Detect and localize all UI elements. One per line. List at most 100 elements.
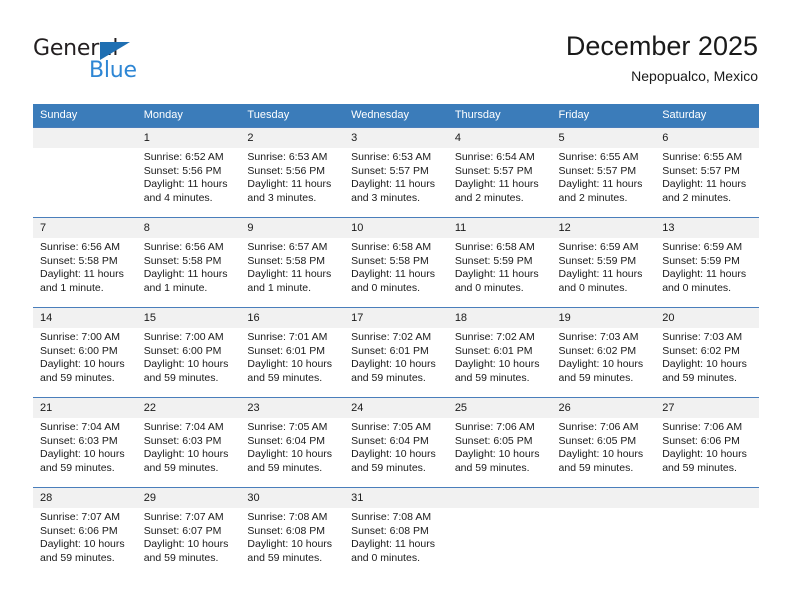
daylight-text-line1: Daylight: 10 hours xyxy=(40,448,125,461)
daylight-text-line2: and 0 minutes. xyxy=(454,281,524,294)
calendar-day-cell[interactable]: 6 Sunrise: 6:55 AM Sunset: 5:57 PM Daylight… xyxy=(655,127,759,217)
daylight-text-line1: Daylight: 11 hours xyxy=(351,538,435,551)
daylight-text-line1: Daylight: 11 hours xyxy=(351,268,435,281)
daylight-text-line1: Daylight: 10 hours xyxy=(247,538,333,551)
calendar-day-cell[interactable]: 7 Sunrise: 6:56 AM Sunset: 5:58 PM Daylight… xyxy=(33,217,137,307)
calendar-day-cell[interactable]: 24 Sunrise: 7:05 AM Sunset: 6:04 PM Dayligh… xyxy=(344,397,448,487)
weekday-header-wednesday: Wednesday xyxy=(344,104,448,127)
page-title: December 2025 xyxy=(565,31,758,61)
sunrise-text: Sunrise: 6:53 AM xyxy=(247,151,328,163)
calendar-day-cell[interactable]: 5 Sunrise: 6:55 AM Sunset: 5:57 PM Daylight… xyxy=(551,127,656,217)
calendar-day-cell[interactable]: 26 Sunrise: 7:06 AM Sunset: 6:05 PM Dayligh… xyxy=(551,397,656,487)
sunrise-text: Sunrise: 6:58 AM xyxy=(454,241,535,253)
sunset-text: Sunset: 6:02 PM xyxy=(558,344,637,357)
daylight-text-line1: Daylight: 11 hours xyxy=(454,178,539,191)
day-cell-inner: 9 Sunrise: 6:57 AM Sunset: 5:58 PM Daylight… xyxy=(240,217,345,307)
calendar-day-cell[interactable]: 4 Sunrise: 6:54 AM Sunset: 5:57 PM Daylight… xyxy=(447,127,552,217)
calendar-day-cell[interactable]: 9 Sunrise: 6:57 AM Sunset: 5:58 PM Daylight… xyxy=(240,217,345,307)
logo-general-blue[interactable]: General Blue xyxy=(33,38,173,84)
day-sun-info: Sunrise: 7:08 AM Sunset: 6:08 PM Daylight:… xyxy=(240,508,344,565)
daylight-text-line1: Daylight: 10 hours xyxy=(247,358,333,371)
day-sun-info: Sunrise: 6:56 AM Sunset: 5:58 PM Daylight:… xyxy=(137,238,241,295)
day-sun-info: Sunrise: 6:53 AM Sunset: 5:57 PM Daylight:… xyxy=(344,148,448,205)
day-number: 22 xyxy=(136,398,241,418)
sunrise-text: Sunrise: 7:02 AM xyxy=(454,331,535,343)
day-sun-info: Sunrise: 6:59 AM Sunset: 5:59 PM Daylight:… xyxy=(552,238,656,295)
day-number: 6 xyxy=(655,128,759,148)
sunrise-text: Sunrise: 7:05 AM xyxy=(351,421,432,433)
day-sun-info: Sunrise: 7:04 AM Sunset: 6:03 PM Daylight:… xyxy=(33,418,137,475)
calendar-day-cell xyxy=(447,487,552,577)
daylight-text-line2: and 59 minutes. xyxy=(454,461,530,474)
calendar-day-cell[interactable]: 11 Sunrise: 6:58 AM Sunset: 5:59 PM Dayligh… xyxy=(447,217,552,307)
daylight-text-line1: Daylight: 11 hours xyxy=(662,268,747,281)
sunrise-text: Sunrise: 7:08 AM xyxy=(351,511,432,523)
day-cell-inner xyxy=(655,487,759,577)
calendar-day-cell[interactable]: 10 Sunrise: 6:58 AM Sunset: 5:58 PM Dayligh… xyxy=(344,217,448,307)
calendar-table: Sunday Monday Tuesday Wednesday Thursday… xyxy=(33,104,759,577)
calendar-day-cell[interactable]: 31 Sunrise: 7:08 AM Sunset: 6:08 PM Dayligh… xyxy=(344,487,448,577)
calendar-week-row: 28 Sunrise: 7:07 AM Sunset: 6:06 PM Dayligh… xyxy=(33,487,759,577)
sunset-text: Sunset: 5:59 PM xyxy=(662,254,740,267)
day-sun-info: Sunrise: 7:01 AM Sunset: 6:01 PM Daylight:… xyxy=(240,328,344,385)
calendar-day-cell[interactable]: 22 Sunrise: 7:04 AM Sunset: 6:03 PM Dayligh… xyxy=(136,397,241,487)
calendar-day-cell[interactable]: 14 Sunrise: 7:00 AM Sunset: 6:00 PM Dayligh… xyxy=(33,307,137,397)
daylight-text-line1: Daylight: 11 hours xyxy=(143,178,228,191)
calendar-day-cell[interactable]: 21 Sunrise: 7:04 AM Sunset: 6:03 PM Dayligh… xyxy=(33,397,137,487)
sunrise-text: Sunrise: 7:06 AM xyxy=(558,421,639,433)
calendar-day-cell[interactable]: 16 Sunrise: 7:01 AM Sunset: 6:01 PM Dayligh… xyxy=(240,307,345,397)
calendar-header-row: Sunday Monday Tuesday Wednesday Thursday… xyxy=(33,104,759,127)
calendar-day-cell[interactable]: 17 Sunrise: 7:02 AM Sunset: 6:01 PM Dayligh… xyxy=(344,307,448,397)
daylight-text-line2: and 1 minute. xyxy=(143,281,208,294)
calendar-day-cell[interactable]: 18 Sunrise: 7:02 AM Sunset: 6:01 PM Dayligh… xyxy=(447,307,552,397)
day-number: 3 xyxy=(344,128,448,148)
calendar-day-cell[interactable]: 29 Sunrise: 7:07 AM Sunset: 6:07 PM Dayligh… xyxy=(136,487,241,577)
sunset-text: Sunset: 6:00 PM xyxy=(40,344,118,357)
calendar-day-cell[interactable]: 15 Sunrise: 7:00 AM Sunset: 6:00 PM Dayligh… xyxy=(136,307,241,397)
day-sun-info: Sunrise: 7:06 AM Sunset: 6:06 PM Daylight:… xyxy=(655,418,759,475)
calendar-day-cell[interactable]: 8 Sunrise: 6:56 AM Sunset: 5:58 PM Daylight… xyxy=(136,217,241,307)
daylight-text-line1: Daylight: 11 hours xyxy=(558,268,643,281)
calendar-day-cell[interactable]: 3 Sunrise: 6:53 AM Sunset: 5:57 PM Daylight… xyxy=(344,127,448,217)
day-sun-info: Sunrise: 7:08 AM Sunset: 6:08 PM Daylight:… xyxy=(344,508,448,565)
day-cell-inner: 29 Sunrise: 7:07 AM Sunset: 6:07 PM Dayligh… xyxy=(136,487,241,577)
calendar-day-cell[interactable]: 13 Sunrise: 6:59 AM Sunset: 5:59 PM Dayligh… xyxy=(655,217,759,307)
day-number: 21 xyxy=(33,398,137,418)
day-cell-inner: 25 Sunrise: 7:06 AM Sunset: 6:05 PM Dayligh… xyxy=(447,397,552,487)
sunset-text: Sunset: 5:58 PM xyxy=(247,254,326,267)
calendar-day-cell[interactable]: 1 Sunrise: 6:52 AM Sunset: 5:56 PM Daylight… xyxy=(136,127,241,217)
calendar-day-cell[interactable]: 20 Sunrise: 7:03 AM Sunset: 6:02 PM Dayligh… xyxy=(655,307,759,397)
calendar-day-cell[interactable]: 2 Sunrise: 6:53 AM Sunset: 5:56 PM Daylight… xyxy=(240,127,345,217)
calendar-day-cell[interactable]: 28 Sunrise: 7:07 AM Sunset: 6:06 PM Dayligh… xyxy=(33,487,137,577)
calendar-day-cell[interactable]: 30 Sunrise: 7:08 AM Sunset: 6:08 PM Dayligh… xyxy=(240,487,345,577)
sunrise-text: Sunrise: 7:05 AM xyxy=(247,421,328,433)
day-number xyxy=(655,488,759,508)
sunset-text: Sunset: 6:01 PM xyxy=(454,344,533,357)
daylight-text-line1: Daylight: 11 hours xyxy=(351,178,435,191)
calendar-day-cell[interactable]: 27 Sunrise: 7:06 AM Sunset: 6:06 PM Dayligh… xyxy=(655,397,759,487)
day-cell-inner: 11 Sunrise: 6:58 AM Sunset: 5:59 PM Dayligh… xyxy=(447,217,552,307)
calendar-day-cell[interactable]: 23 Sunrise: 7:05 AM Sunset: 6:04 PM Dayligh… xyxy=(240,397,345,487)
day-number: 8 xyxy=(136,218,241,238)
daylight-text-line2: and 3 minutes. xyxy=(351,191,420,204)
daylight-text-line2: and 59 minutes. xyxy=(558,371,634,384)
day-cell-inner: 31 Sunrise: 7:08 AM Sunset: 6:08 PM Dayligh… xyxy=(344,487,448,577)
sunset-text: Sunset: 6:01 PM xyxy=(247,344,326,357)
sunset-text: Sunset: 6:06 PM xyxy=(40,524,118,537)
daylight-text-line2: and 3 minutes. xyxy=(247,191,317,204)
calendar-day-cell[interactable]: 19 Sunrise: 7:03 AM Sunset: 6:02 PM Dayligh… xyxy=(551,307,656,397)
day-number: 11 xyxy=(447,218,552,238)
day-sun-info: Sunrise: 6:57 AM Sunset: 5:58 PM Daylight:… xyxy=(240,238,344,295)
calendar-day-cell xyxy=(33,127,137,217)
weekday-header-sunday: Sunday xyxy=(33,104,137,127)
day-sun-info: Sunrise: 6:58 AM Sunset: 5:58 PM Daylight:… xyxy=(344,238,448,295)
day-number: 16 xyxy=(240,308,345,328)
weekday-header-saturday: Saturday xyxy=(655,104,759,127)
sunrise-text: Sunrise: 6:59 AM xyxy=(662,241,743,253)
calendar-day-cell[interactable]: 25 Sunrise: 7:06 AM Sunset: 6:05 PM Dayligh… xyxy=(447,397,552,487)
sunset-text: Sunset: 5:58 PM xyxy=(143,254,222,267)
daylight-text-line1: Daylight: 10 hours xyxy=(143,448,229,461)
calendar-day-cell[interactable]: 12 Sunrise: 6:59 AM Sunset: 5:59 PM Dayligh… xyxy=(551,217,656,307)
sunrise-text: Sunrise: 7:06 AM xyxy=(454,421,535,433)
daylight-text-line2: and 59 minutes. xyxy=(662,461,737,474)
